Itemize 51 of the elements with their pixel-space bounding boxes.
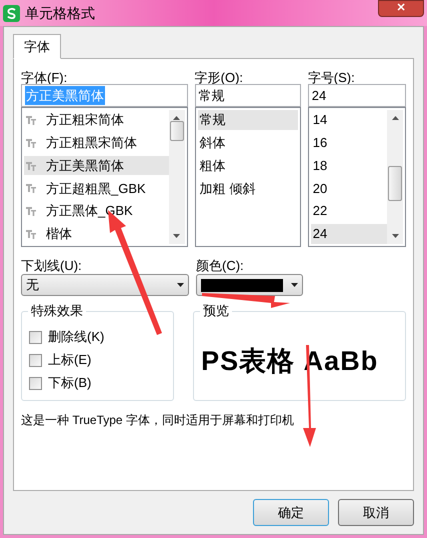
- list-item[interactable]: 22: [310, 201, 387, 222]
- checkbox[interactable]: 删除线(K): [29, 328, 174, 346]
- list-item[interactable]: 加粗 倾斜: [198, 179, 298, 199]
- scroll-up-icon[interactable]: [392, 116, 398, 120]
- list-item[interactable]: 常规: [198, 110, 298, 130]
- scrollbar[interactable]: [168, 110, 185, 244]
- caret-icon: [291, 283, 298, 287]
- font-type-icon: [26, 183, 38, 194]
- color-dropdown[interactable]: [196, 274, 303, 296]
- list-item[interactable]: 方正黑体_GBK: [24, 201, 169, 222]
- list-item[interactable]: 方正美黑简体: [24, 156, 169, 176]
- scrollbar-thumb[interactable]: [170, 121, 184, 141]
- list-item[interactable]: 斜体: [198, 133, 298, 153]
- scrollbar-thumb[interactable]: [388, 166, 402, 201]
- list-item[interactable]: 方正粗黑宋简体: [24, 132, 169, 153]
- list-item[interactable]: 16: [310, 132, 387, 153]
- tab[interactable]: 字体: [13, 34, 61, 59]
- list-item[interactable]: 粗体: [198, 156, 298, 176]
- list-item[interactable]: 方正超粗黑_GBK: [24, 178, 169, 198]
- scrollbar[interactable]: [387, 110, 403, 244]
- list-item[interactable]: 24: [310, 224, 387, 244]
- font-type-icon: [26, 138, 38, 148]
- font-label: 字体(F):: [21, 69, 68, 84]
- color-label: 颜色(C):: [196, 257, 245, 274]
- list-item[interactable]: 18: [310, 156, 387, 176]
- dialog-button[interactable]: 确定: [253, 499, 329, 526]
- size-label: 字号(S):: [308, 69, 356, 84]
- font-description: 这是一种 TrueType 字体，同时适用于屏幕和打印机: [21, 412, 294, 429]
- font-type-icon: [26, 114, 38, 125]
- list-item[interactable]: 楷体: [24, 224, 169, 244]
- checkbox[interactable]: 上标(E): [29, 351, 174, 369]
- scroll-down-icon[interactable]: [173, 234, 180, 238]
- font-type-icon: [26, 160, 38, 171]
- size-field[interactable]: 24: [308, 84, 406, 107]
- scroll-down-icon[interactable]: [392, 234, 398, 238]
- font-type-icon: [26, 229, 38, 240]
- group-title: 特殊效果: [28, 303, 86, 319]
- caret-icon: [177, 283, 184, 287]
- style-label: 字形(O):: [194, 69, 244, 84]
- list-item[interactable]: 14: [310, 110, 387, 130]
- dialog-button[interactable]: 取消: [338, 499, 414, 526]
- app-icon: [3, 4, 20, 22]
- list-item[interactable]: 方正粗宋简体: [24, 110, 169, 130]
- font-type-icon: [26, 206, 38, 216]
- style-field[interactable]: 常规: [194, 84, 301, 107]
- checkbox[interactable]: 下标(B): [29, 374, 174, 392]
- underline-label: 下划线(U):: [21, 257, 83, 274]
- window-title: 单元格格式: [25, 4, 95, 22]
- list-item[interactable]: 20: [310, 178, 387, 198]
- underline-dropdown[interactable]: 无: [21, 274, 189, 296]
- close-button[interactable]: ✕: [378, 0, 424, 17]
